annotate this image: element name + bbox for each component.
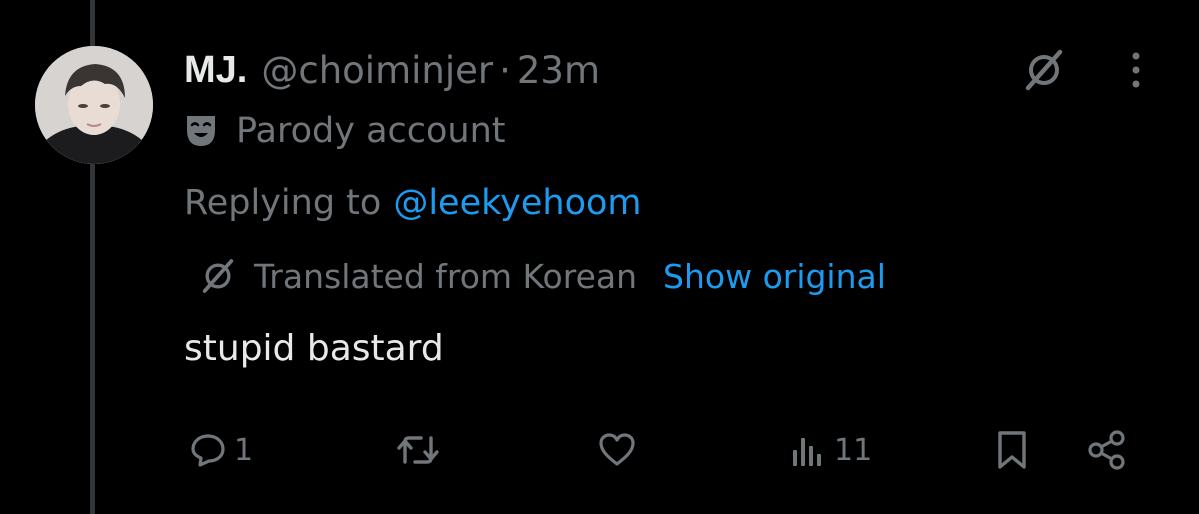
author-handle[interactable]: @choiminjer <box>261 49 493 92</box>
reply-mention-link[interactable]: @leekyehoom <box>393 183 641 223</box>
post-text: stupid bastard <box>184 328 444 369</box>
translation-bar: Translated from Korean Show original <box>198 253 886 299</box>
more-vertical-icon <box>1132 52 1140 88</box>
translation-label: Translated from Korean <box>254 256 638 296</box>
share-button[interactable] <box>1086 422 1128 478</box>
post-time[interactable]: 23m <box>517 49 600 92</box>
replying-to: Replying to @leekyehoom <box>184 180 642 226</box>
parody-label-text: Parody account <box>236 111 506 151</box>
like-button[interactable] <box>596 422 638 478</box>
reply-button[interactable]: 1 <box>188 422 253 478</box>
views-count: 11 <box>834 432 873 468</box>
share-icon <box>1088 430 1125 470</box>
bookmark-button[interactable] <box>994 422 1030 478</box>
post-header: MJ. @choiminjer · 23m <box>184 46 600 94</box>
avatar[interactable] <box>35 46 153 164</box>
replying-prefix: Replying to <box>184 183 382 223</box>
views-icon <box>793 438 821 466</box>
bookmark-icon <box>998 431 1026 469</box>
action-bar: 1 11 <box>184 422 1154 478</box>
author-name[interactable]: MJ. <box>184 49 247 92</box>
grok-button[interactable] <box>1018 44 1070 96</box>
reply-count: 1 <box>234 432 254 468</box>
heart-icon <box>599 433 635 466</box>
meta-separator: · <box>499 48 511 92</box>
reply-icon <box>191 434 225 467</box>
post-meta: @choiminjer · 23m <box>261 49 600 92</box>
grok-icon <box>1025 49 1063 91</box>
post: MJ. @choiminjer · 23m Parody account Rep… <box>184 0 1184 514</box>
repost-button[interactable] <box>396 422 440 478</box>
grok-translate-icon <box>198 256 238 296</box>
more-button[interactable] <box>1126 44 1146 96</box>
repost-icon <box>397 436 439 464</box>
parody-label: Parody account <box>184 108 506 154</box>
theater-mask-icon <box>184 113 218 149</box>
header-actions <box>1018 44 1146 96</box>
views-button[interactable]: 11 <box>788 422 872 478</box>
show-original-link[interactable]: Show original <box>663 257 886 296</box>
